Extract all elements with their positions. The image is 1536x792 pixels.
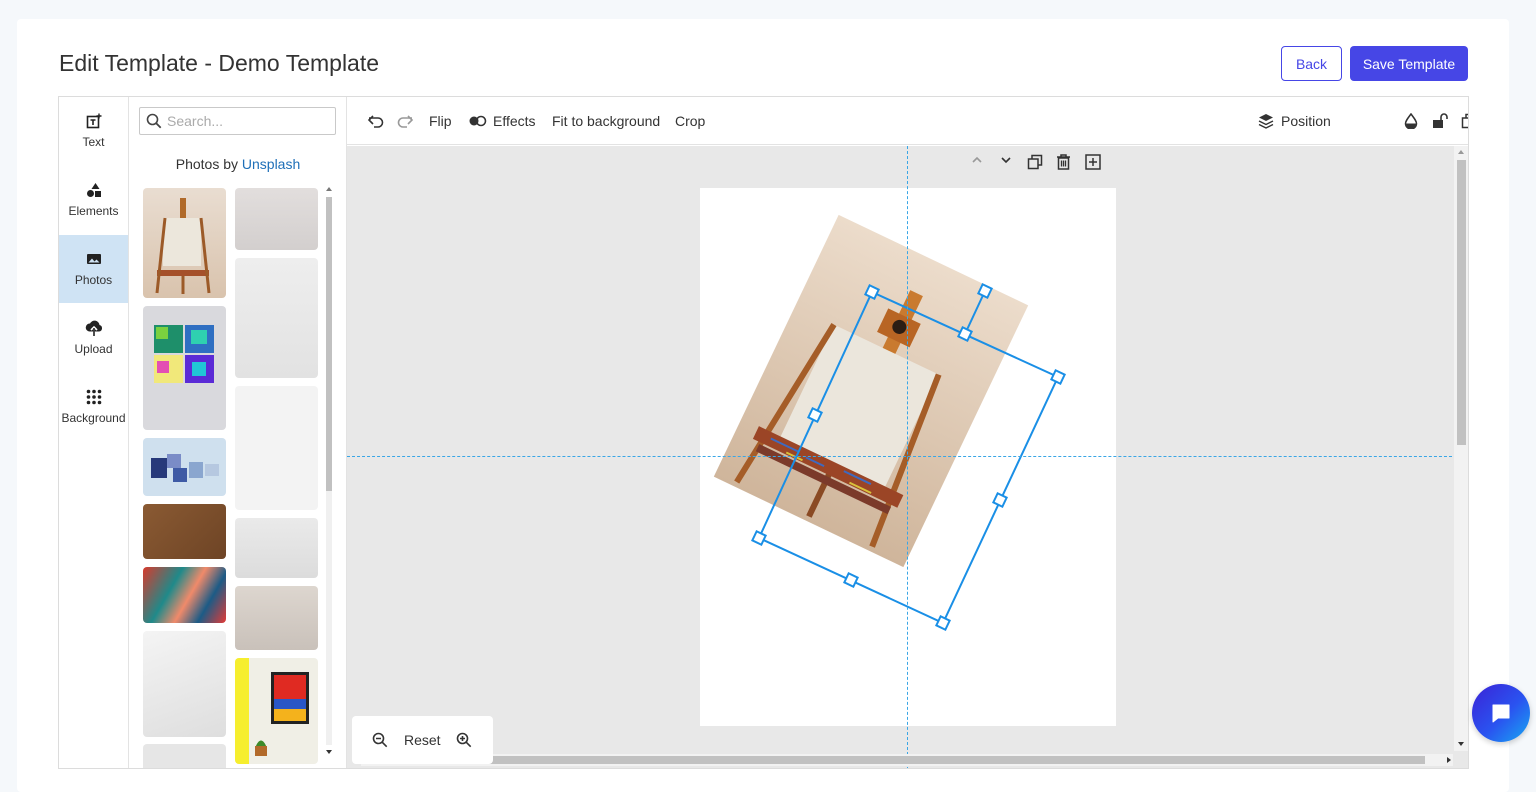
photo-thumb-paper[interactable] <box>143 631 226 737</box>
photos-scrollbar[interactable] <box>324 185 334 757</box>
photo-thumb-painting[interactable] <box>235 658 318 764</box>
canvases-thumb-image <box>154 325 214 383</box>
canvas-scroll-down-icon[interactable] <box>1457 740 1465 748</box>
page-title: Edit Template - Demo Template <box>59 50 380 76</box>
flip-button[interactable]: Flip <box>429 97 452 145</box>
rail-label-text: Text <box>82 135 105 149</box>
rail-label-elements: Elements <box>68 204 119 218</box>
lock-button[interactable] <box>1432 97 1448 145</box>
photo-thumb-brown[interactable] <box>143 504 226 559</box>
resize-handle-bottom-left[interactable] <box>751 530 767 546</box>
undo-button[interactable] <box>367 97 385 145</box>
rail-item-photos[interactable]: Photos <box>59 235 128 303</box>
photo-thumb-wall-4[interactable] <box>235 518 318 578</box>
photo-thumb-wall-2[interactable] <box>235 258 318 378</box>
zoom-reset-button[interactable]: Reset <box>404 732 441 748</box>
redo-icon <box>397 115 414 128</box>
canvas-workspace[interactable]: Reset <box>347 146 1468 768</box>
layers-icon <box>1258 114 1274 129</box>
redo-button[interactable] <box>396 97 414 145</box>
scroll-down-icon[interactable] <box>325 748 333 756</box>
resize-handle-bottom-right[interactable] <box>935 615 951 631</box>
zoom-out-button[interactable] <box>372 732 388 748</box>
zoom-out-icon <box>372 732 388 748</box>
back-button[interactable]: Back <box>1281 46 1342 81</box>
resize-handle-right[interactable] <box>992 492 1008 508</box>
photo-thumb-easel[interactable] <box>143 188 226 298</box>
photo-search[interactable] <box>139 107 336 135</box>
shapes-icon <box>86 183 101 197</box>
photo-thumb-canvases[interactable] <box>143 306 226 430</box>
rail-label-upload: Upload <box>74 342 113 356</box>
photo-thumb-wall-5[interactable] <box>235 586 318 650</box>
search-icon <box>146 113 162 129</box>
zoom-controls: Reset <box>352 716 493 764</box>
resize-handle-bottom[interactable] <box>843 572 859 588</box>
photo-icon <box>86 254 101 264</box>
photos-panel: Photos by Unsplash <box>129 97 347 768</box>
unlock-icon <box>1433 113 1448 128</box>
editor-toolbar: Flip Effects Fit to background Crop Posi… <box>347 97 1468 145</box>
blue-squares-thumb-image <box>151 454 219 482</box>
chat-widget-button[interactable] <box>1472 684 1530 742</box>
search-input[interactable] <box>167 113 327 129</box>
photo-thumb-wall-3[interactable] <box>235 386 318 510</box>
position-button[interactable]: Position <box>1258 97 1331 145</box>
zoom-in-button[interactable] <box>456 732 472 748</box>
zoom-in-icon <box>456 732 471 748</box>
transparency-button[interactable] <box>1404 97 1418 145</box>
droplet-icon <box>1404 113 1418 129</box>
canvas-vertical-scrollbar[interactable] <box>1454 146 1468 751</box>
photos-credit: Photos by Unsplash <box>129 156 346 172</box>
tool-rail: Text Elements Photos Upload Background <box>59 97 129 768</box>
photo-thumb-grey[interactable] <box>143 744 226 768</box>
template-editor: Text Elements Photos Upload Background P… <box>58 96 1469 769</box>
guide-vertical <box>907 146 908 768</box>
fit-to-background-button[interactable]: Fit to background <box>552 97 660 145</box>
guide-horizontal <box>347 456 1457 457</box>
chat-icon <box>1492 704 1510 723</box>
duplicate-button[interactable] <box>1461 97 1468 145</box>
rail-item-upload[interactable]: Upload <box>59 304 128 372</box>
selected-image-layer[interactable] <box>347 146 1457 751</box>
effects-icon <box>469 115 487 127</box>
rail-item-background[interactable]: Background <box>59 373 128 441</box>
easel-photo[interactable] <box>713 214 1029 568</box>
photo-thumb-abstract[interactable] <box>143 567 226 623</box>
unsplash-link[interactable]: Unsplash <box>242 156 300 172</box>
save-template-button[interactable]: Save Template <box>1350 46 1468 81</box>
rail-label-photos: Photos <box>74 273 113 287</box>
canvas-scroll-right-icon[interactable] <box>1445 756 1453 764</box>
easel-thumb-image <box>155 198 211 294</box>
effects-button[interactable]: Effects <box>469 97 536 145</box>
undo-icon <box>367 115 384 128</box>
resize-handle-top-right[interactable] <box>1050 369 1066 385</box>
photo-thumb-wall-1[interactable] <box>235 188 318 250</box>
effects-label: Effects <box>493 113 536 129</box>
photo-thumb-blue-squares[interactable] <box>143 438 226 496</box>
upload-icon <box>85 320 102 336</box>
crop-button[interactable]: Crop <box>675 97 705 145</box>
canvas-scroll-up-icon[interactable] <box>1457 148 1465 156</box>
scroll-up-icon[interactable] <box>325 185 333 193</box>
painting-thumb-image <box>235 658 309 764</box>
grid-dots-icon <box>86 389 101 405</box>
rail-item-elements[interactable]: Elements <box>59 166 128 234</box>
canvas-horizontal-scrollbar[interactable] <box>361 754 1453 766</box>
credit-prefix: Photos by <box>175 156 238 172</box>
text-icon <box>86 113 101 129</box>
rail-item-text[interactable]: Text <box>59 97 128 165</box>
position-label: Position <box>1281 113 1331 129</box>
duplicate-icon <box>1461 113 1468 129</box>
rail-label-background: Background <box>61 411 126 425</box>
